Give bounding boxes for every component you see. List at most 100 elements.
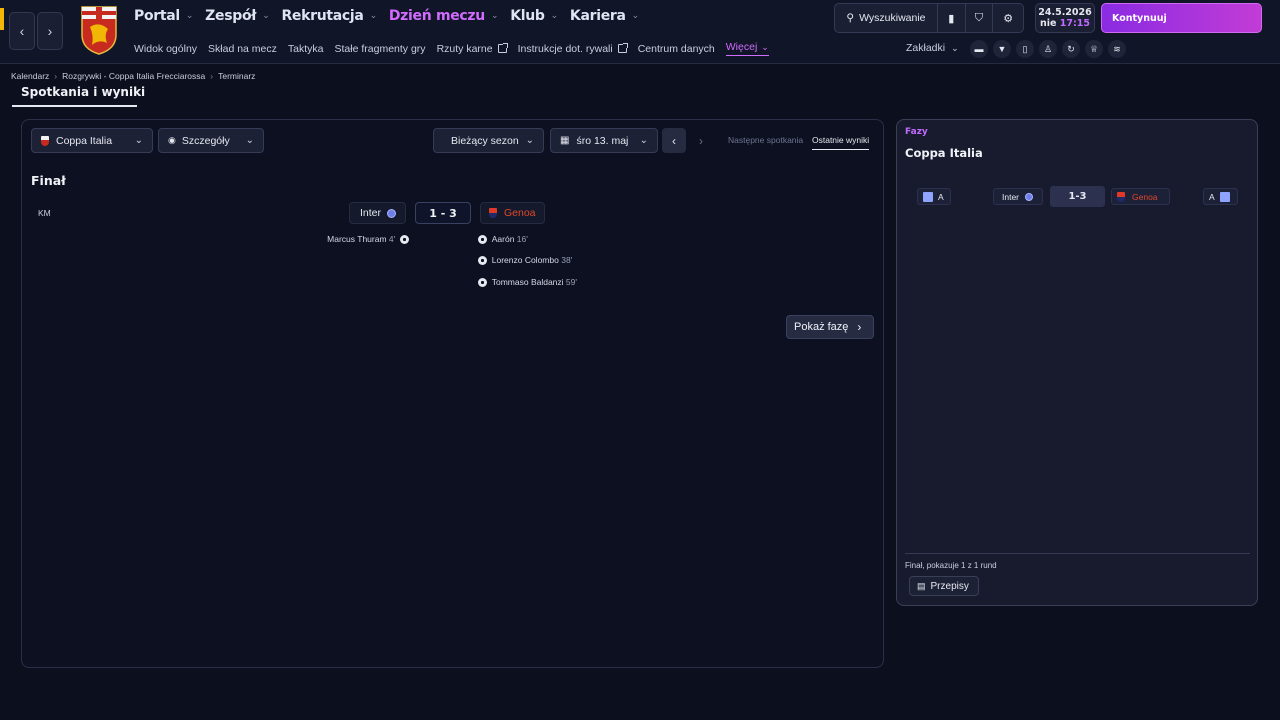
breadcrumb: Kalendarz › Rozgrywki - Coppa Italia Frec… — [11, 71, 255, 81]
right-group-chip: A — [1203, 188, 1238, 205]
gear-icon: ⚙ — [1003, 12, 1014, 25]
subnav-opposition[interactable]: Instrukcje dot. rywali — [517, 42, 628, 55]
away-goal: Tommaso Baldanzi 59' — [478, 277, 577, 287]
chevron-left-icon: ‹ — [19, 23, 25, 39]
date-text: 24.5.2026 — [1038, 7, 1092, 18]
prev-date-button[interactable]: ‹ — [662, 128, 686, 153]
search-button[interactable]: ⚲ Wyszukiwanie — [835, 4, 938, 32]
settings-button[interactable]: ⚙ — [993, 4, 1023, 32]
chevron-down-icon: ⌄ — [369, 11, 378, 21]
shield-button[interactable]: ⛉ — [966, 4, 994, 32]
chevron-down-icon: ⌄ — [245, 135, 254, 146]
trophy-icon[interactable]: ♕ — [1085, 40, 1103, 58]
season-label: Bieżący sezon — [451, 134, 519, 147]
ball-icon — [478, 255, 487, 265]
side-away-team[interactable]: Genoa — [1111, 188, 1170, 205]
chevron-right-icon: › — [857, 320, 862, 334]
active-tab-underline — [12, 105, 137, 107]
team-flag-icon — [923, 191, 933, 202]
side-score[interactable]: 1-3 — [1050, 186, 1105, 207]
club-crest-icon[interactable] — [80, 5, 118, 55]
competition-label: Coppa Italia — [56, 134, 113, 147]
chat-icon[interactable]: ▬ — [970, 40, 988, 58]
scorer-name: Marcus Thuram — [327, 234, 387, 244]
external-link-icon — [617, 43, 628, 53]
eye-icon: ◉ — [168, 135, 176, 145]
continue-button[interactable]: Kontynuuj — [1101, 3, 1262, 33]
ball-icon — [400, 234, 409, 244]
chevron-down-icon: ⌄ — [134, 135, 143, 146]
database-icon[interactable]: ≋ — [1108, 40, 1126, 58]
subnav-tactics[interactable]: Taktyka — [288, 43, 324, 55]
chevron-right-icon: › — [54, 71, 58, 81]
away-team[interactable]: Genoa — [480, 202, 545, 224]
nav-dzien-meczu[interactable]: Dzień meczu ⌄ — [389, 8, 499, 24]
ball-icon — [478, 277, 487, 287]
view-dropdown[interactable]: ◉ Szczegóły ⌄ — [158, 128, 264, 153]
home-goal: Marcus Thuram 4' — [327, 234, 409, 244]
next-date-button[interactable]: › — [689, 128, 713, 153]
show-stage-button[interactable]: Pokaż fazę › — [786, 315, 874, 339]
rules-button[interactable]: ▤ Przepisy — [909, 576, 979, 596]
breadcrumb-calendar[interactable]: Kalendarz — [11, 71, 49, 81]
date-label: śro 13. maj — [576, 134, 629, 147]
nav-zespol[interactable]: Zespół ⌄ — [205, 8, 270, 24]
tab-last-results[interactable]: Ostatnie wyniki — [812, 135, 870, 150]
subnav-more[interactable]: Więcej ⌄ — [725, 41, 769, 56]
bookmarks-dropdown[interactable]: Zakładki ⌄ — [906, 42, 959, 54]
subnav-penalties[interactable]: Rzuty karne — [437, 43, 508, 55]
season-dropdown[interactable]: Bieżący sezon ⌄ — [433, 128, 544, 153]
chevron-right-icon: › — [210, 71, 214, 81]
match-score[interactable]: 1 - 3 — [415, 202, 471, 224]
game-date: 24.5.2026 nie 17:15 — [1035, 3, 1095, 33]
nav-kariera[interactable]: Kariera ⌄ — [570, 8, 639, 24]
shirt-icon[interactable]: ▼ — [993, 40, 1011, 58]
subnav-overview[interactable]: Widok ogólny — [134, 43, 197, 55]
bookmarks-label: Zakładki — [906, 42, 946, 54]
subnav-set-pieces[interactable]: Stałe fragmenty gry — [335, 43, 426, 55]
group-label: A — [938, 191, 944, 202]
tab-next-matches[interactable]: Następne spotkania — [728, 135, 803, 145]
shield-icon: ⛉ — [974, 11, 984, 24]
rules-icon: ▤ — [917, 580, 926, 591]
nav-portal[interactable]: Portal ⌄ — [134, 8, 193, 24]
genoa-crest-icon — [1117, 191, 1125, 202]
genoa-crest-icon — [489, 208, 497, 218]
back-button[interactable]: ‹ — [9, 12, 35, 50]
chevron-down-icon: ⌄ — [631, 11, 640, 21]
subnav-data-hub[interactable]: Centrum danych — [638, 43, 715, 55]
rounds-info: Finał, pokazuje 1 z 1 rund — [905, 561, 997, 570]
side-home-team[interactable]: Inter — [993, 188, 1043, 205]
nav-rekrutacja[interactable]: Rekrutacja ⌄ — [281, 8, 378, 24]
breadcrumb-fixtures[interactable]: Terminarz — [218, 71, 255, 81]
home-team-name: Inter — [360, 207, 382, 219]
page-title[interactable]: Spotkania i wyniki — [21, 85, 145, 99]
chevron-down-icon: ⌄ — [639, 135, 648, 146]
away-team-name: Genoa — [504, 207, 536, 219]
chevron-down-icon: ⌄ — [490, 11, 499, 21]
refresh-icon[interactable]: ↻ — [1062, 40, 1080, 58]
chevron-right-icon: › — [699, 133, 703, 148]
team-flag-icon — [1219, 191, 1230, 202]
side-home-name: Inter — [1002, 191, 1020, 202]
nav-label: Klub — [510, 8, 545, 24]
date-dropdown[interactable]: ▦ śro 13. maj ⌄ — [550, 128, 658, 153]
scorer-name: Tommaso Baldanzi — [491, 277, 564, 287]
stages-header: Fazy — [905, 127, 928, 137]
clipboard-icon[interactable]: ▯ — [1016, 40, 1034, 58]
subnav-label: Więcej — [725, 41, 758, 53]
person-icon[interactable]: ♙ — [1039, 40, 1057, 58]
forward-button[interactable]: › — [37, 12, 63, 50]
competition-dropdown[interactable]: Coppa Italia ⌄ — [31, 128, 153, 153]
search-label: Wyszukiwanie — [859, 12, 926, 24]
breadcrumb-competition[interactable]: Rozgrywki - Coppa Italia Frecciarossa — [62, 71, 205, 81]
subnav-label: Instrukcje dot. rywali — [517, 42, 613, 55]
home-team[interactable]: Inter — [349, 202, 406, 224]
nav-klub[interactable]: Klub ⌄ — [510, 8, 558, 24]
subnav-lineup[interactable]: Skład na mecz — [208, 43, 277, 55]
bookmark-button[interactable]: ▮ — [938, 4, 966, 32]
search-icon: ⚲ — [846, 12, 855, 24]
calendar-icon: ▦ — [560, 135, 570, 146]
inter-crest-icon — [1025, 192, 1034, 201]
group-label: A — [1209, 191, 1215, 202]
